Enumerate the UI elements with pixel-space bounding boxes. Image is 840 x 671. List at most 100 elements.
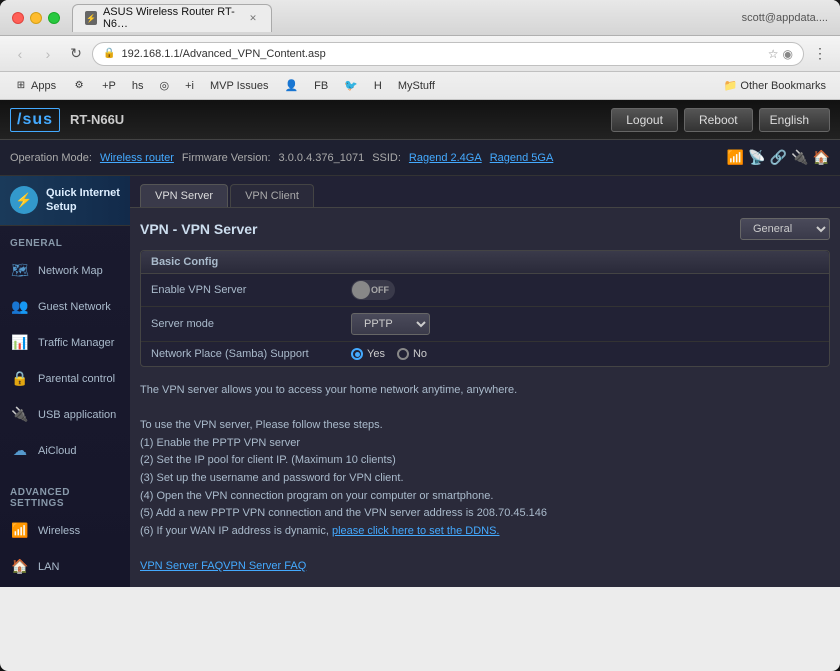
advanced-section: Advanced Settings 📶 Wireless 🏠 LAN 🌐 WAN xyxy=(0,475,130,587)
language-select[interactable]: English xyxy=(759,108,830,132)
sidebar-item-traffic-manager[interactable]: 📊 Traffic Manager xyxy=(0,325,130,361)
radio-yes[interactable]: Yes xyxy=(351,348,385,360)
bookmark-plus-i-label: +i xyxy=(185,80,194,92)
vpn-server-tab[interactable]: VPN Server xyxy=(140,184,228,207)
ddns-link[interactable]: please click here to set the DDNS. xyxy=(332,525,500,537)
menu-button[interactable]: ⋮ xyxy=(808,42,832,66)
tab-bar: ⚡ ASUS Wireless Router RT-N6… ✕ xyxy=(72,4,742,32)
parental-control-label: Parental control xyxy=(38,373,115,385)
usb-icon: 🔌 xyxy=(791,149,808,166)
firmware-value: 3.0.0.4.376_1071 xyxy=(279,152,365,164)
guest-network-label: Guest Network xyxy=(38,301,111,313)
advanced-section-title: Advanced Settings xyxy=(0,481,130,513)
sidebar-item-guest-network[interactable]: 👥 Guest Network xyxy=(0,289,130,325)
sidebar-item-aicloud[interactable]: ☁ AiCloud xyxy=(0,433,130,469)
sidebar: ⚡ Quick InternetSetup General 🗺 Network … xyxy=(0,176,130,587)
step6-prefix: (6) If your WAN IP address is dynamic, xyxy=(140,525,332,537)
bookmark-settings[interactable]: ⚙ xyxy=(66,77,92,95)
bookmark-plus-p-label: +P xyxy=(102,80,116,92)
browser-toolbar: ‹ › ↻ 🔒 192.168.1.1/Advanced_VPN_Content… xyxy=(0,36,840,72)
info-use: To use the VPN server, Please follow the… xyxy=(140,419,383,431)
forward-button[interactable]: › xyxy=(36,42,60,66)
vpn-tabs: VPN Server VPN Client xyxy=(130,176,840,208)
bookmark-h[interactable]: H xyxy=(368,78,388,94)
wireless-label: Wireless xyxy=(38,525,80,537)
bookmark-fb-label: FB xyxy=(314,80,328,92)
basic-config-header: Basic Config xyxy=(141,251,829,274)
sidebar-item-lan[interactable]: 🏠 LAN xyxy=(0,549,130,585)
vpn-toggle[interactable]: OFF xyxy=(351,280,395,300)
network-place-row: Network Place (Samba) Support Yes xyxy=(141,342,829,366)
bookmark-plus-i[interactable]: +i xyxy=(179,78,200,94)
apps-grid-icon: ⊞ xyxy=(14,79,28,93)
enable-vpn-row: Enable VPN Server OFF xyxy=(141,274,829,307)
back-button[interactable]: ‹ xyxy=(8,42,32,66)
logout-button[interactable]: Logout xyxy=(611,108,678,132)
radio-no[interactable]: No xyxy=(397,348,427,360)
tab-close-button[interactable]: ✕ xyxy=(247,11,259,25)
general-dropdown[interactable]: General xyxy=(740,218,830,240)
browser-tab[interactable]: ⚡ ASUS Wireless Router RT-N6… ✕ xyxy=(72,4,272,32)
url-text: 192.168.1.1/Advanced_VPN_Content.asp xyxy=(121,48,761,60)
router-model: RT-N66U xyxy=(70,112,124,127)
star-icon[interactable]: ☆ xyxy=(768,47,779,61)
operation-mode-label: Operation Mode: xyxy=(10,152,92,164)
content-area: VPN Server VPN Client VPN - VPN Server G… xyxy=(130,176,840,587)
faq-link-text[interactable]: VPN Server FAQ xyxy=(223,560,306,572)
quick-setup-icon: ⚡ xyxy=(10,186,38,214)
sidebar-item-parental-control[interactable]: 🔒 Parental control xyxy=(0,361,130,397)
minimize-button[interactable] xyxy=(30,12,42,24)
bookmark-twitter[interactable]: 🐦 xyxy=(338,77,364,94)
twitter-icon: 🐦 xyxy=(344,79,358,92)
basic-config-panel: Basic Config Enable VPN Server OFF xyxy=(140,250,830,367)
close-button[interactable] xyxy=(12,12,24,24)
enable-vpn-label: Enable VPN Server xyxy=(151,284,351,296)
operation-mode-value: Wireless router xyxy=(100,152,174,164)
server-mode-row: Server mode PPTP xyxy=(141,307,829,342)
vpn-info-text: The VPN server allows you to access your… xyxy=(140,377,830,581)
guest-network-icon: 👥 xyxy=(10,297,30,317)
bookmark-person[interactable]: 👤 xyxy=(278,77,304,94)
server-mode-label: Server mode xyxy=(151,318,351,330)
folder-icon: 📁 xyxy=(724,79,738,92)
bookmark-fb[interactable]: FB xyxy=(308,78,334,94)
asus-logo: /sus xyxy=(10,108,60,132)
maximize-button[interactable] xyxy=(48,12,60,24)
vpn-content: VPN - VPN Server General Basic Config En… xyxy=(130,208,840,587)
router-status-bar: Operation Mode: Wireless router Firmware… xyxy=(0,140,840,176)
sidebar-item-wireless[interactable]: 📶 Wireless xyxy=(0,513,130,549)
sidebar-item-wan[interactable]: 🌐 WAN xyxy=(0,585,130,587)
radio-no-dot xyxy=(397,348,409,360)
bookmark-apps[interactable]: ⊞ Apps xyxy=(8,77,62,95)
signal-icon: 📶 xyxy=(727,149,744,166)
reboot-button[interactable]: Reboot xyxy=(684,108,753,132)
bookmark-h-label: H xyxy=(374,80,382,92)
quick-internet-setup[interactable]: ⚡ Quick InternetSetup xyxy=(0,176,130,226)
bookmark-mvp-label: MVP Issues xyxy=(210,80,269,92)
browser-window: ⚡ ASUS Wireless Router RT-N6… ✕ scott@ap… xyxy=(0,0,840,671)
bookmark-hs[interactable]: hs xyxy=(126,78,150,94)
firmware-label: Firmware Version: xyxy=(182,152,271,164)
step1: (1) Enable the PPTP VPN server xyxy=(140,435,830,453)
tab-title: ASUS Wireless Router RT-N6… xyxy=(103,6,237,30)
bookmark-other[interactable]: 📁 Other Bookmarks xyxy=(718,77,832,94)
toggle-off-label: OFF xyxy=(371,285,389,295)
bookmark-mystuff[interactable]: MyStuff xyxy=(392,78,441,94)
bookmark-plus-p[interactable]: +P xyxy=(96,78,122,94)
bookmark-github[interactable]: ◎ xyxy=(153,77,175,94)
bookmark-mvp[interactable]: MVP Issues xyxy=(204,78,275,94)
extension-icon[interactable]: ◉ xyxy=(783,47,793,61)
faq-link[interactable]: VPN Server FAQ xyxy=(140,560,223,572)
step5: (5) Add a new PPTP VPN connection and th… xyxy=(140,505,830,523)
traffic-lights xyxy=(12,12,60,24)
usb-app-icon: 🔌 xyxy=(10,405,30,425)
server-mode-select[interactable]: PPTP xyxy=(351,313,430,335)
address-bar[interactable]: 🔒 192.168.1.1/Advanced_VPN_Content.asp ☆… xyxy=(92,42,804,66)
sidebar-item-usb-application[interactable]: 🔌 USB application xyxy=(0,397,130,433)
vpn-client-tab[interactable]: VPN Client xyxy=(230,184,314,207)
reload-button[interactable]: ↻ xyxy=(64,42,88,66)
step3: (3) Set up the username and password for… xyxy=(140,470,830,488)
sidebar-item-network-map[interactable]: 🗺 Network Map xyxy=(0,253,130,289)
radio-yes-dot xyxy=(351,348,363,360)
bookmark-apps-label: Apps xyxy=(31,80,56,92)
